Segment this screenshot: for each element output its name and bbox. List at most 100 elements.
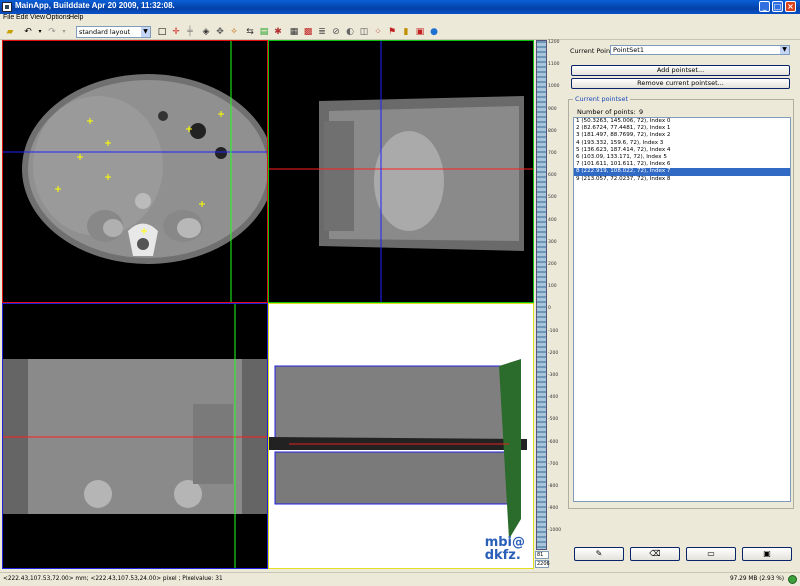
pointset-actions: ✎ ⌫ ▭ ▣ — [574, 547, 792, 563]
movie-icon[interactable]: ▮ — [400, 26, 412, 38]
current-pointset-group: Current pointset Number of points: 9 1 (… — [568, 95, 794, 509]
add-point-icon[interactable]: ✎ — [574, 547, 624, 561]
list-item[interactable]: 1 (50.3263, 145.006, 72), Index 0 — [574, 118, 790, 125]
menu-edit[interactable]: Edit — [16, 14, 28, 21]
list-item[interactable]: 4 (193.332, 159.6, 72), Index 3 — [574, 140, 790, 147]
coronal-render-window[interactable] — [2, 303, 268, 569]
chevron-down-icon: ▼ — [780, 46, 789, 54]
3d-volume-render — [269, 359, 527, 539]
axial-render-window[interactable] — [2, 40, 268, 303]
slider-tick-label: -200 — [548, 350, 559, 356]
chevron-down-icon: ▼ — [141, 27, 150, 37]
load-folder-icon[interactable]: ▭ — [686, 547, 736, 561]
crosshair-icon[interactable]: ✛ — [170, 26, 182, 38]
list-item[interactable]: 8 (222.919, 108.022, 72), Index 7 — [574, 168, 790, 176]
add-pointset-button[interactable]: Add pointset... — [571, 65, 790, 76]
logo-line2: dkfz. — [484, 548, 521, 563]
redo-icon[interactable]: ↷ — [46, 26, 58, 38]
slider-tick-label: -700 — [548, 461, 559, 467]
plugin-icon[interactable]: ▤ — [258, 26, 270, 38]
menu-options[interactable]: Options — [46, 14, 70, 21]
grid-icon[interactable]: ▦ — [288, 26, 300, 38]
flag-icon[interactable]: ⚑ — [386, 26, 398, 38]
slider-tick-label: 800 — [548, 128, 557, 134]
points-list[interactable]: 1 (50.3263, 145.006, 72), Index 02 (82.6… — [573, 117, 791, 502]
menu-view[interactable]: View — [30, 14, 45, 21]
slider-tick-label: 400 — [548, 217, 557, 223]
slider-tick-label: 1000 — [548, 84, 560, 90]
slider-tick-label: 900 — [548, 106, 557, 112]
close-button[interactable]: × — [785, 1, 796, 12]
list-item[interactable]: 3 (181.497, 88.7699, 72), Index 2 — [574, 132, 790, 139]
memory-status-icon — [788, 575, 797, 584]
pointset-icon[interactable]: ⁘ — [372, 26, 384, 38]
3d-render-window[interactable]: mbi@ dkfz. — [268, 303, 534, 569]
slider-tick-label: -1000 — [548, 528, 562, 534]
layout-select[interactable]: standard layout ▼ — [76, 26, 151, 38]
level-window-slider[interactable] — [536, 40, 547, 550]
reslice-icon[interactable]: ╪ — [184, 26, 196, 38]
redo-dropdown-icon[interactable]: ▾ — [58, 26, 70, 38]
menu-bar: File Edit View Options Help — [0, 14, 800, 24]
group-title: Current pointset — [573, 95, 630, 103]
erase-point-icon[interactable]: ⌫ — [630, 547, 680, 561]
list-item[interactable]: 7 (101.611, 101.611, 72), Index 6 — [574, 161, 790, 168]
mbi-dkfz-logo: mbi@ dkfz. — [485, 536, 525, 562]
slider-tick-label: 100 — [548, 284, 557, 290]
num-points-label: Number of points: — [577, 108, 636, 116]
layers-icon[interactable]: ≣ — [316, 26, 328, 38]
segmentation-icon[interactable]: ✱ — [272, 26, 284, 38]
window-title: MainApp, Builddate Apr 20 2009, 11:32:08… — [15, 1, 175, 10]
sagittal-render-window[interactable] — [268, 40, 534, 303]
title-bar: MainApp, Builddate Apr 20 2009, 11:32:08… — [0, 0, 800, 14]
slider-tick-label: 200 — [548, 262, 557, 267]
menu-file[interactable]: File — [3, 14, 14, 21]
window-input[interactable]: 2206 — [535, 560, 550, 568]
screenshot-icon[interactable]: ▣ — [414, 26, 426, 38]
coronal-ct-image — [3, 304, 267, 568]
globe-icon[interactable]: ● — [428, 26, 440, 38]
sync-icon[interactable]: ⇆ — [244, 26, 256, 38]
navigation-icon[interactable]: ◈ — [200, 26, 212, 38]
sagittal-ct-image — [269, 41, 533, 302]
slider-tick-label: 500 — [548, 195, 557, 201]
open-folder-icon[interactable]: ▰ — [4, 26, 16, 38]
datamanager-icon[interactable]: ▩ — [302, 26, 314, 38]
list-item[interactable]: 9 (213.057, 72.0237, 72), Index 8 — [574, 176, 790, 183]
surface-icon[interactable]: ◐ — [344, 26, 356, 38]
frame-icon[interactable]: □ — [156, 26, 168, 38]
slider-tick-label: 1100 — [548, 62, 560, 68]
app-icon — [2, 2, 12, 12]
maximize-button[interactable]: □ — [772, 1, 783, 12]
slider-tick-label: 600 — [548, 173, 557, 179]
slider-tick-label: -300 — [548, 373, 559, 378]
pointset-select-value: PointSet1 — [613, 46, 644, 54]
pointset-select[interactable]: PointSet1 ▼ — [610, 45, 790, 55]
layout-select-value: standard layout — [79, 28, 131, 36]
slider-tick-label: -400 — [548, 395, 559, 401]
menu-help[interactable]: Help — [69, 14, 83, 21]
slider-tick-label: -600 — [548, 439, 559, 445]
undo-dropdown-icon[interactable]: ▾ — [34, 26, 46, 38]
toolbar: ▰ ↶ ▾ ↷ ▾ standard layout ▼ □ ✛ ╪ ◈ ✥ ✧ … — [0, 24, 800, 40]
compass-icon[interactable]: ✧ — [228, 26, 240, 38]
move-icon[interactable]: ✥ — [214, 26, 226, 38]
measurement-icon[interactable]: ⊘ — [330, 26, 342, 38]
slider-tick-label: -900 — [548, 506, 559, 512]
minimize-button[interactable]: _ — [759, 1, 770, 12]
list-item[interactable]: 2 (82.6724, 77.4481, 72), Index 1 — [574, 125, 790, 132]
save-disk-icon[interactable]: ▣ — [742, 547, 792, 561]
slider-tick-label: 300 — [548, 239, 557, 245]
slider-tick-label: 1200 — [548, 40, 560, 45]
list-item[interactable]: 6 (103.09, 133.171, 72), Index 5 — [574, 154, 790, 161]
slider-tick-label: -100 — [548, 328, 559, 334]
axial-ct-image — [3, 41, 267, 302]
list-item[interactable]: 5 (136.623, 187.414, 72), Index 4 — [574, 147, 790, 154]
volume-icon[interactable]: ◫ — [358, 26, 370, 38]
num-points-value: 9 — [639, 108, 644, 116]
undo-icon[interactable]: ↶ — [22, 26, 34, 38]
remove-pointset-button[interactable]: Remove current pointset... — [571, 78, 790, 89]
slider-tick-label: 0 — [548, 306, 551, 312]
pointset-panel: Current PointSet PointSet1 ▼ Add pointse… — [566, 40, 796, 569]
level-input[interactable]: 81 — [535, 551, 549, 559]
